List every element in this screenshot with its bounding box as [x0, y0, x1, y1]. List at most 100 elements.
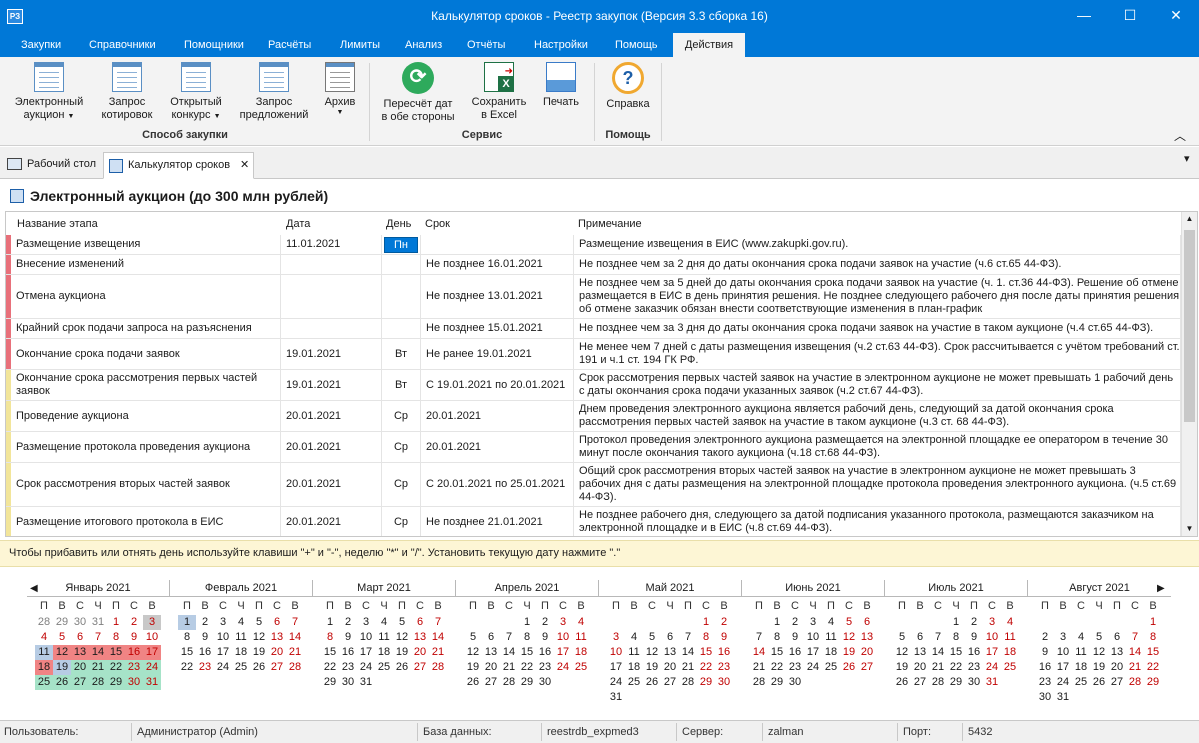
- calendar-day[interactable]: 8: [107, 630, 125, 645]
- calendar-day[interactable]: 26: [53, 675, 71, 690]
- calendar-day[interactable]: 31: [1054, 690, 1072, 705]
- calendar-day[interactable]: 9: [536, 630, 554, 645]
- calendar-day[interactable]: 17: [804, 645, 822, 660]
- calendar-day[interactable]: 10: [983, 630, 1001, 645]
- calendar-day[interactable]: 12: [250, 630, 268, 645]
- ribbon-collapse-button[interactable]: ︿: [1174, 127, 1186, 144]
- calendar-day[interactable]: 24: [607, 675, 625, 690]
- calendar-day[interactable]: 24: [357, 660, 375, 675]
- calendar-day[interactable]: 2: [125, 615, 143, 630]
- cell-term[interactable]: Не позднее 13.01.2021: [421, 275, 574, 318]
- cell-note[interactable]: Протокол проведения электронного аукцион…: [574, 432, 1181, 462]
- calendar-day[interactable]: 1: [178, 615, 196, 630]
- calendar-day[interactable]: 18: [35, 660, 53, 675]
- calendar-day[interactable]: 28: [750, 675, 768, 690]
- cell-stage[interactable]: Срок рассмотрения вторых частей заявок: [11, 463, 281, 506]
- table-row[interactable]: Окончание срока подачи заявок 19.01.2021 В…: [6, 339, 1181, 370]
- calendar-day[interactable]: 13: [71, 645, 89, 660]
- calendar-day[interactable]: 16: [339, 645, 357, 660]
- tab-pomoshchniki[interactable]: Помощники: [175, 33, 253, 57]
- calendar-day[interactable]: 31: [143, 675, 161, 690]
- calendar-day[interactable]: 25: [572, 660, 590, 675]
- table-row[interactable]: Срок рассмотрения вторых частей заявок 20…: [6, 463, 1181, 507]
- cell-term[interactable]: С 20.01.2021 по 25.01.2021: [421, 463, 574, 506]
- cell-note[interactable]: Не позднее рабочего дня, следующего за д…: [574, 507, 1181, 536]
- calendar-day[interactable]: 16: [536, 645, 554, 660]
- cell-note[interactable]: Не позднее чем за 2 дня до даты окончани…: [574, 255, 1181, 274]
- calendar-day[interactable]: 24: [804, 660, 822, 675]
- calendar-day[interactable]: 14: [286, 630, 304, 645]
- calendar-day[interactable]: 15: [1144, 645, 1162, 660]
- cell-date[interactable]: [281, 255, 382, 274]
- calendar-day[interactable]: 28: [429, 660, 447, 675]
- table-row[interactable]: Окончание срока рассмотрения первых част…: [6, 370, 1181, 401]
- calendar-day[interactable]: 30: [536, 675, 554, 690]
- calendar-day[interactable]: 1: [947, 615, 965, 630]
- calendar-day[interactable]: 20: [661, 660, 679, 675]
- cell-term[interactable]: Не ранее 19.01.2021: [421, 339, 574, 369]
- calendar-day[interactable]: 10: [554, 630, 572, 645]
- calendar-day[interactable]: 9: [125, 630, 143, 645]
- calendar-day[interactable]: 6: [661, 630, 679, 645]
- calendar-day[interactable]: 17: [554, 645, 572, 660]
- calendar-day[interactable]: 1: [697, 615, 715, 630]
- calendar-day[interactable]: 19: [840, 645, 858, 660]
- cell-day[interactable]: [382, 319, 421, 338]
- calendar-day[interactable]: 4: [375, 615, 393, 630]
- cell-day[interactable]: Ср: [382, 463, 421, 506]
- calendar-day[interactable]: 9: [965, 630, 983, 645]
- calendar-day[interactable]: 3: [607, 630, 625, 645]
- calendar-day[interactable]: 3: [1054, 630, 1072, 645]
- table-row[interactable]: Крайний срок подачи запроса на разъяснен…: [6, 319, 1181, 339]
- calendar-day[interactable]: 17: [1054, 660, 1072, 675]
- calendar-day[interactable]: 17: [143, 645, 161, 660]
- calendar-day[interactable]: 12: [53, 645, 71, 660]
- calendar-day[interactable]: 4: [1072, 630, 1090, 645]
- calendar-day[interactable]: 25: [375, 660, 393, 675]
- calendar-day[interactable]: 29: [697, 675, 715, 690]
- calendar-day[interactable]: 8: [947, 630, 965, 645]
- calendar-day[interactable]: 26: [643, 675, 661, 690]
- calendar-day[interactable]: 28: [929, 675, 947, 690]
- calendar-day[interactable]: 25: [1001, 660, 1019, 675]
- calendar-day[interactable]: 21: [929, 660, 947, 675]
- calendar-day[interactable]: 16: [196, 645, 214, 660]
- calendar-day[interactable]: 26: [250, 660, 268, 675]
- calendar-day[interactable]: 15: [321, 645, 339, 660]
- calendar-day[interactable]: 1: [518, 615, 536, 630]
- calendar-day[interactable]: 12: [893, 645, 911, 660]
- cell-date[interactable]: 20.01.2021: [281, 507, 382, 536]
- cell-day[interactable]: Ср: [382, 507, 421, 536]
- calendar-day[interactable]: 24: [1054, 675, 1072, 690]
- calendar-day[interactable]: 26: [840, 660, 858, 675]
- calendar-day[interactable]: 28: [89, 675, 107, 690]
- calendar-day[interactable]: 5: [643, 630, 661, 645]
- calendar-day[interactable]: 6: [858, 615, 876, 630]
- archive-button[interactable]: Архив ▼: [316, 62, 364, 117]
- column-date[interactable]: Дата: [286, 218, 310, 230]
- column-day[interactable]: День: [386, 218, 411, 230]
- calendar-day[interactable]: 7: [1126, 630, 1144, 645]
- calendar-day[interactable]: 8: [697, 630, 715, 645]
- calendar-day[interactable]: 23: [715, 660, 733, 675]
- tab-deystviya[interactable]: Действия: [673, 33, 745, 57]
- calendar-day[interactable]: 1: [768, 615, 786, 630]
- calendar-day[interactable]: 2: [339, 615, 357, 630]
- calendar-day[interactable]: 14: [429, 630, 447, 645]
- calendar-day[interactable]: 14: [679, 645, 697, 660]
- calendar-day-other[interactable]: 28: [35, 615, 53, 630]
- calendar-day[interactable]: 4: [572, 615, 590, 630]
- calendar-day[interactable]: 10: [607, 645, 625, 660]
- cell-date[interactable]: [281, 275, 382, 318]
- calendar-day[interactable]: 6: [1108, 630, 1126, 645]
- tab-desktop[interactable]: Рабочий стол: [3, 152, 103, 179]
- calendar-day[interactable]: 8: [768, 630, 786, 645]
- calendar-day[interactable]: 3: [143, 615, 161, 630]
- calendar-day[interactable]: 8: [321, 630, 339, 645]
- calendar-day[interactable]: 5: [1090, 630, 1108, 645]
- cell-day[interactable]: [382, 255, 421, 274]
- calendar-day[interactable]: 11: [1072, 645, 1090, 660]
- calendar-day[interactable]: 19: [893, 660, 911, 675]
- calendar-day[interactable]: 25: [625, 675, 643, 690]
- calendar-day[interactable]: 21: [500, 660, 518, 675]
